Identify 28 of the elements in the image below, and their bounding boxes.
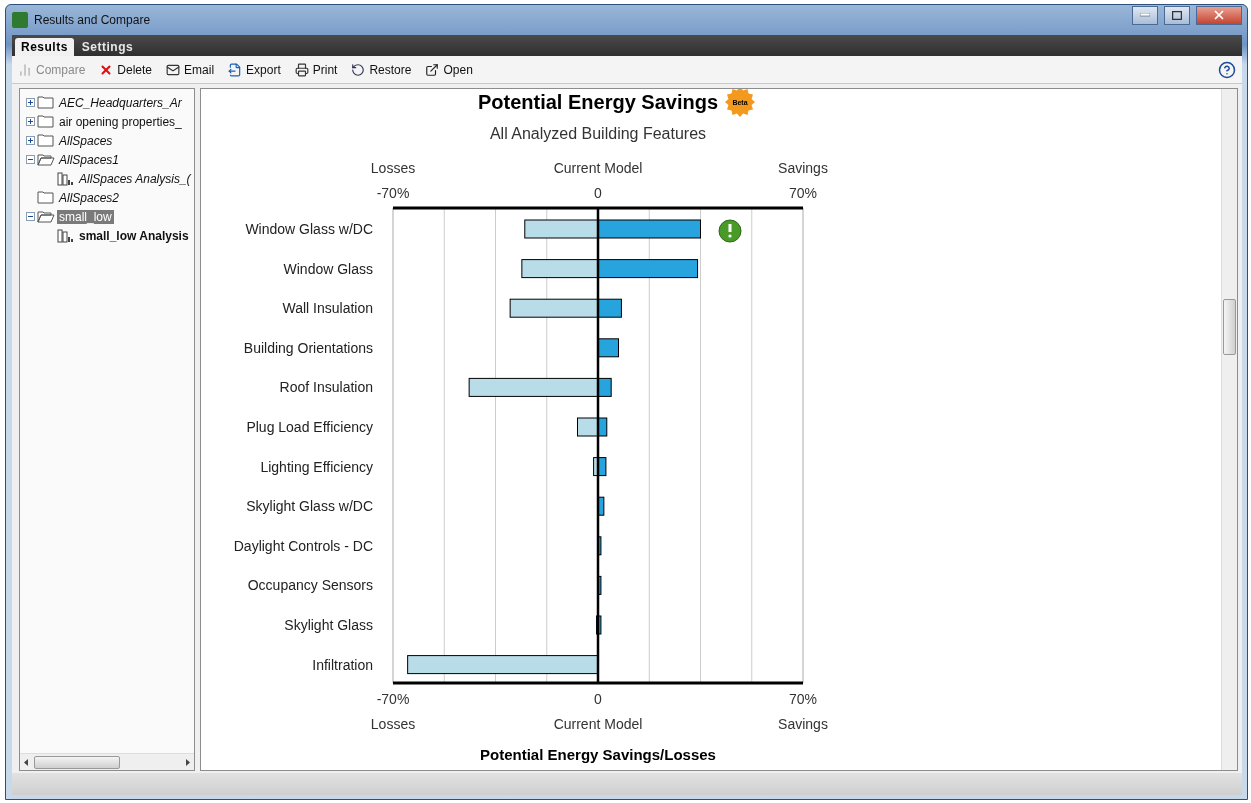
window-title: Results and Compare [34, 13, 152, 27]
axis-caption: Savings [778, 716, 828, 732]
category-label: Skylight Glass [284, 617, 373, 633]
tick-label: -70% [376, 691, 410, 707]
category-label: Skylight Glass w/DC [246, 498, 373, 515]
axis-caption: Savings [778, 160, 828, 176]
category-label: Window Glass [283, 260, 373, 277]
tick-label: 0 [594, 185, 602, 201]
axis-caption: Losses [370, 160, 416, 176]
category-label: Daylight Controls - DC [233, 537, 373, 554]
tick-label: 70% [789, 691, 817, 707]
x-axis-title: Potential Energy Savings/Losses [480, 746, 716, 763]
category-label: Lighting Efficiency [260, 458, 373, 475]
axis-caption: Current Model [553, 160, 643, 176]
tick-label: -70% [376, 185, 410, 201]
category-label: Plug Load Efficiency [246, 419, 373, 435]
axis-caption: Current Model [553, 716, 643, 732]
category-label: Wall Insulation [282, 300, 373, 317]
tick-label: 70% [789, 185, 817, 201]
axis-caption: Losses [370, 716, 416, 732]
category-label: Infiltration [312, 656, 373, 673]
chart-title: Potential Energy Savings [477, 91, 719, 113]
category-label: Occupancy Sensors [247, 577, 373, 594]
category-label: Building Orientations [243, 339, 373, 356]
category-label: Window Glass w/DC [245, 221, 373, 237]
category-label: Roof Insulation [279, 379, 373, 396]
tick-label: 0 [594, 691, 602, 707]
chart-subtitle: All Analyzed Building Features [489, 125, 707, 142]
